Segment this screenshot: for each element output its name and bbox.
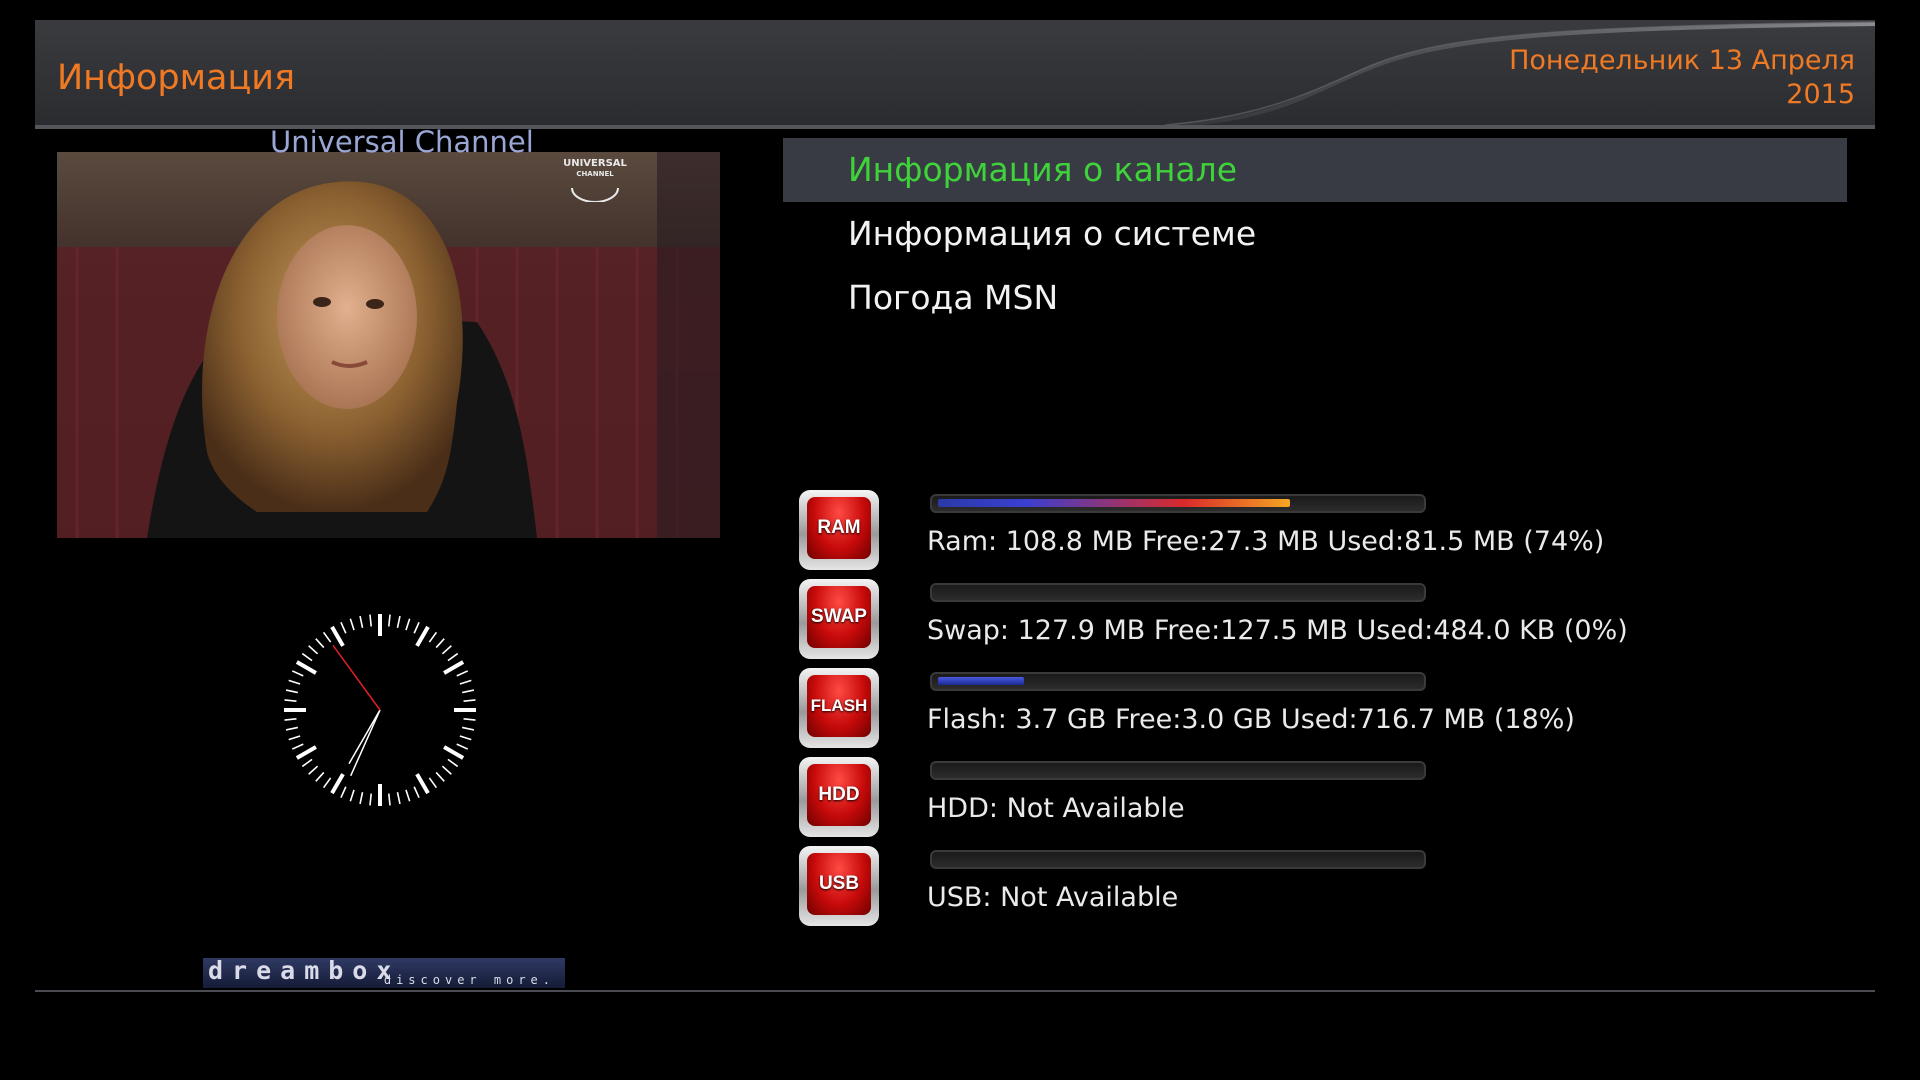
clock-tick (285, 689, 299, 694)
flash-usage-text: Flash: 3.7 GB Free:3.0 GB Used:716.7 MB … (927, 704, 1575, 735)
clock-tick (291, 670, 304, 677)
flash-usage-bar (930, 672, 1426, 691)
clock-tick (405, 789, 411, 802)
clock-tick (443, 660, 465, 675)
clock-tick (308, 765, 319, 775)
info-menu: Информация о канале Информация о системе… (783, 138, 1847, 330)
clock-minute-hand (350, 709, 381, 777)
clock-tick (330, 625, 345, 647)
date-display: Понедельник 13 Апреля 2015 (1455, 44, 1855, 112)
clock-tick (459, 679, 472, 685)
clock-tick (441, 765, 452, 775)
clock-tick (359, 615, 364, 629)
swap-usage-bar (930, 583, 1426, 602)
clock-tick (428, 777, 438, 789)
clock-tick (284, 699, 297, 703)
hdd-usage-text: HDD: Not Available (927, 793, 1185, 824)
date-weekday-day-month: Понедельник 13 Апреля (1509, 45, 1855, 76)
menu-item-channel-info[interactable]: Информация о канале (783, 138, 1847, 202)
page-title: Информация (57, 58, 296, 98)
clock-tick (415, 773, 430, 795)
tv-preview: UNIVERSAL CHANNEL (57, 152, 720, 538)
stat-row-flash: FLASH Flash: 3.7 GB Free:3.0 GB Used:716… (797, 668, 1897, 756)
clock-tick (284, 717, 297, 721)
clock-tick (288, 679, 301, 685)
dreambox-logo: dreambox discover more. (203, 956, 565, 988)
clock-tick (461, 689, 475, 694)
stat-row-hdd: HDD HDD: Not Available (797, 757, 1897, 845)
clock-tick (288, 735, 301, 741)
clock-tick (447, 652, 459, 662)
clock-tick (447, 758, 459, 768)
clock-tick (295, 660, 317, 675)
ram-usage-fill (938, 499, 1291, 507)
channel-name: Universal Channel (270, 125, 534, 159)
clock-tick (463, 717, 476, 721)
ram-usage-bar (930, 494, 1426, 513)
header-bar: Информация Понедельник 13 Апреля 2015 (35, 20, 1875, 129)
clock-tick (387, 793, 391, 806)
ram-usage-text: Ram: 108.8 MB Free:27.3 MB Used:81.5 MB … (927, 526, 1605, 557)
hdd-icon: HDD (799, 757, 879, 837)
stat-row-ram: RAM Ram: 108.8 MB Free:27.3 MB Used:81.5… (797, 490, 1897, 578)
clock-tick (340, 621, 347, 634)
clock-tick (349, 618, 355, 631)
clock-tick (413, 621, 420, 634)
clock-tick (428, 631, 438, 643)
clock-tick (315, 638, 325, 649)
clock-tick (301, 758, 313, 768)
clock-tick (330, 773, 345, 795)
usb-usage-text: USB: Not Available (927, 882, 1179, 913)
clock-tick (459, 735, 472, 741)
clock-tick (463, 699, 476, 703)
usb-usage-bar (930, 850, 1426, 869)
clock-tick (285, 726, 299, 731)
clock-tick (295, 745, 317, 760)
clock-tick (322, 777, 332, 789)
clock-tick (340, 786, 347, 799)
clock-tick (443, 745, 465, 760)
footer-divider (35, 990, 1875, 992)
clock-tick (456, 670, 469, 677)
clock-tick (369, 793, 373, 806)
hdd-usage-bar (930, 761, 1426, 780)
flash-icon: FLASH (799, 668, 879, 748)
clock-tick (291, 743, 304, 750)
clock-tick (396, 615, 401, 629)
clock-tick (369, 614, 373, 627)
clock-tick (413, 786, 420, 799)
clock-tick (308, 645, 319, 655)
universal-channel-logo: UNIVERSAL CHANNEL (555, 158, 635, 206)
clock-second-hand (332, 644, 381, 711)
clock-tick (359, 791, 364, 805)
menu-item-msn-weather[interactable]: Погода MSN (783, 266, 1847, 330)
clock-tick (405, 618, 411, 631)
menu-item-system-info[interactable]: Информация о системе (783, 202, 1847, 266)
clock-tick (301, 652, 313, 662)
clock-tick (349, 789, 355, 802)
swap-icon: SWAP (799, 579, 879, 659)
analog-clock (284, 614, 476, 806)
clock-tick (435, 771, 445, 782)
clock-tick (396, 791, 401, 805)
stat-row-swap: SWAP Swap: 127.9 MB Free:127.5 MB Used:4… (797, 579, 1897, 667)
clock-tick (441, 645, 452, 655)
video-frame (57, 152, 720, 538)
clock-tick (387, 614, 391, 627)
ram-icon: RAM (799, 490, 879, 570)
clock-tick (435, 638, 445, 649)
clock-tick (315, 771, 325, 782)
date-year: 2015 (1786, 79, 1855, 110)
clock-tick (415, 625, 430, 647)
clock-tick (461, 726, 475, 731)
flash-usage-fill (938, 677, 1024, 685)
usb-icon: USB (799, 846, 879, 926)
clock-tick (322, 631, 332, 643)
clock-hour-hand (348, 709, 381, 765)
stat-row-usb: USB USB: Not Available (797, 846, 1897, 934)
swap-usage-text: Swap: 127.9 MB Free:127.5 MB Used:484.0 … (927, 615, 1628, 646)
clock-tick (456, 743, 469, 750)
